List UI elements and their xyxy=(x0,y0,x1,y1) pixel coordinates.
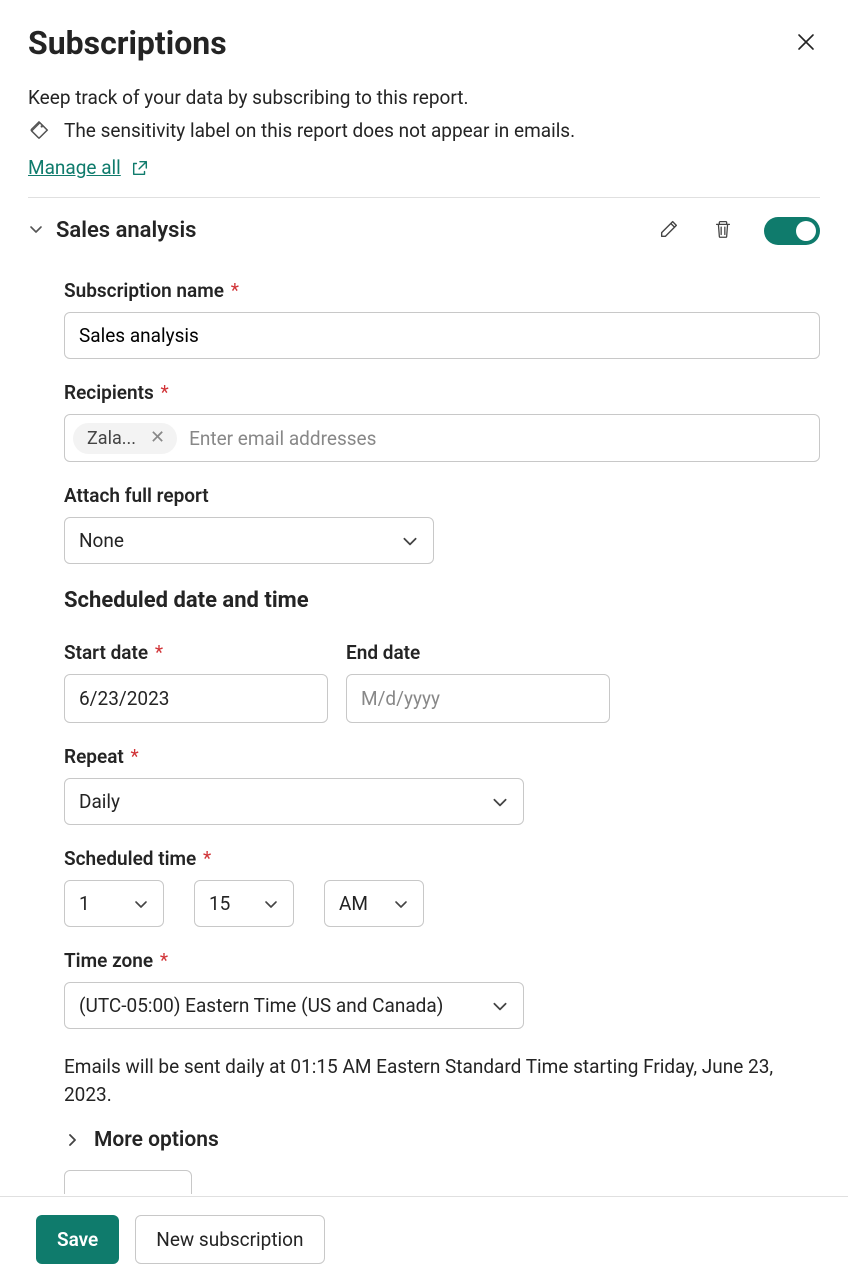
start-date-input[interactable] xyxy=(64,674,328,723)
end-date-input[interactable] xyxy=(346,674,610,723)
collapse-toggle[interactable] xyxy=(28,221,44,240)
subscriptions-panel: Subscriptions Keep track of your data by… xyxy=(0,0,848,1194)
chevron-down-icon xyxy=(263,896,279,912)
end-date-field[interactable] xyxy=(359,686,608,711)
required-marker: * xyxy=(155,949,168,972)
ampm-select[interactable]: AM xyxy=(324,880,424,927)
required-marker: * xyxy=(150,641,163,664)
required-marker: * xyxy=(156,381,169,404)
trash-icon xyxy=(712,218,734,240)
date-row: Start date * End date xyxy=(64,619,820,723)
cutoff-element xyxy=(64,1170,192,1194)
enable-toggle[interactable] xyxy=(764,217,820,245)
recipient-chip-label: Zala... xyxy=(87,428,136,449)
scheduled-time-label: Scheduled time * xyxy=(64,847,820,870)
ampm-value: AM xyxy=(339,892,368,915)
schedule-heading: Scheduled date and time xyxy=(64,588,820,613)
attach-select[interactable]: None xyxy=(64,517,434,564)
chevron-right-icon xyxy=(64,1132,80,1148)
attach-label: Attach full report xyxy=(64,484,820,507)
external-link-icon xyxy=(131,159,149,177)
hour-value: 1 xyxy=(79,892,90,915)
end-date-col: End date xyxy=(346,619,610,723)
manage-all-label: Manage all xyxy=(28,156,121,179)
panel-header: Subscriptions xyxy=(28,24,820,78)
chevron-down-icon xyxy=(491,793,509,811)
start-date-col: Start date * xyxy=(64,619,328,723)
subscription-title: Sales analysis xyxy=(56,218,656,243)
start-date-label: Start date * xyxy=(64,641,328,664)
new-subscription-button[interactable]: New subscription xyxy=(135,1215,324,1264)
chevron-down-icon xyxy=(491,997,509,1015)
attach-value: None xyxy=(79,529,124,552)
subscription-item-header: Sales analysis xyxy=(28,198,820,257)
recipients-label: Recipients * xyxy=(64,381,820,404)
name-label: Subscription name * xyxy=(64,279,820,302)
delete-button[interactable] xyxy=(710,216,736,245)
start-date-field[interactable] xyxy=(77,686,326,711)
chevron-down-icon xyxy=(401,532,419,550)
close-icon xyxy=(796,32,816,52)
required-marker: * xyxy=(126,745,139,768)
chevron-down-icon xyxy=(393,896,409,912)
edit-button[interactable] xyxy=(656,216,682,245)
subscription-name-input[interactable] xyxy=(64,312,820,359)
timezone-select[interactable]: (UTC-05:00) Eastern Time (US and Canada) xyxy=(64,982,524,1029)
required-marker: * xyxy=(226,279,239,302)
remove-recipient-button[interactable]: ✕ xyxy=(146,429,169,447)
end-date-label: End date xyxy=(346,641,610,664)
chevron-down-icon xyxy=(133,896,149,912)
sensitivity-note: The sensitivity label on this report doe… xyxy=(28,119,820,142)
schedule-summary: Emails will be sent daily at 01:15 AM Ea… xyxy=(64,1053,820,1108)
page-title: Subscriptions xyxy=(28,24,227,62)
recipients-text-input[interactable] xyxy=(187,426,811,451)
repeat-value: Daily xyxy=(79,790,120,813)
save-button[interactable]: Save xyxy=(36,1215,119,1264)
panel-subtitle: Keep track of your data by subscribing t… xyxy=(28,86,820,109)
close-button[interactable] xyxy=(792,28,820,56)
minute-value: 15 xyxy=(209,892,230,915)
recipient-chip: Zala... ✕ xyxy=(73,423,177,454)
sensitivity-text: The sensitivity label on this report doe… xyxy=(64,119,575,142)
time-row: 1 15 AM xyxy=(64,880,820,927)
pencil-icon xyxy=(658,218,680,240)
required-marker: * xyxy=(198,847,211,870)
chevron-down-icon xyxy=(28,221,44,237)
tag-icon xyxy=(28,120,50,142)
recipients-input-box[interactable]: Zala... ✕ xyxy=(64,414,820,462)
more-options-toggle[interactable]: More options xyxy=(64,1128,820,1152)
repeat-label: Repeat * xyxy=(64,745,820,768)
subscription-form: Subscription name * Recipients * Zala...… xyxy=(28,279,820,1194)
hour-select[interactable]: 1 xyxy=(64,880,164,927)
repeat-select[interactable]: Daily xyxy=(64,778,524,825)
timezone-label: Time zone * xyxy=(64,949,820,972)
subscription-actions xyxy=(656,216,820,245)
panel-footer: Save New subscription xyxy=(0,1196,848,1282)
timezone-value: (UTC-05:00) Eastern Time (US and Canada) xyxy=(79,994,443,1017)
minute-select[interactable]: 15 xyxy=(194,880,294,927)
more-options-label: More options xyxy=(94,1128,219,1152)
manage-all-link[interactable]: Manage all xyxy=(28,156,149,179)
